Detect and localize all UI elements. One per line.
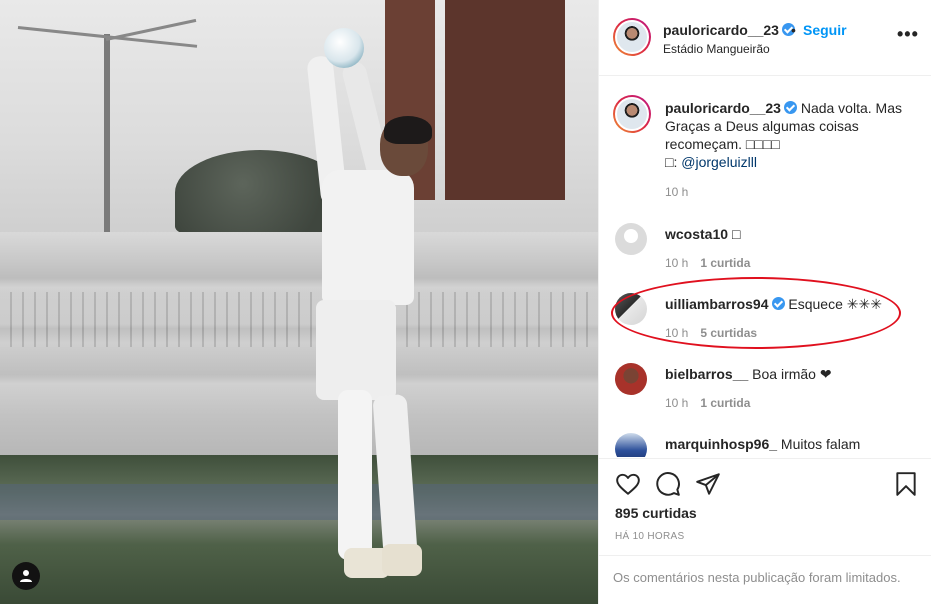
player-torso: [322, 170, 414, 305]
comment-body: Boa irmão ❤: [752, 366, 832, 382]
comment-meta: 10 h 1 curtida: [665, 396, 750, 410]
player-hair: [384, 116, 432, 144]
comment-username[interactable]: marquinhosp96_: [665, 436, 777, 452]
caption-emojis: □□□□: [745, 136, 780, 152]
tagged-users-button[interactable]: [12, 562, 40, 590]
posted-time[interactable]: HÁ 10 HORAS: [615, 531, 684, 542]
post-side-panel: pauloricardo__23 • Seguir Estádio Mangue…: [598, 0, 931, 604]
photo-pillar: [445, 0, 565, 200]
user-icon: [20, 570, 32, 582]
photo-light-pole: [104, 34, 110, 244]
photo-pitch: [0, 455, 598, 604]
caption-username[interactable]: pauloricardo__23: [665, 100, 781, 116]
comment-text: bielbarros__ Boa irmão ❤: [665, 365, 925, 383]
commenter-avatar[interactable]: [615, 363, 647, 395]
like-heart-icon[interactable]: [615, 471, 641, 497]
comment-text: uilliambarros94 Esquece ✳✳✳: [665, 295, 925, 313]
photo-track: [0, 484, 598, 520]
photo-stadium-stand: [0, 232, 598, 462]
comments-limited-notice: Os comentários nesta publicação foram li…: [599, 555, 931, 604]
comment-meta: 10 h 1 curtida: [665, 256, 750, 270]
post-actions: 895 curtidas HÁ 10 HORAS: [599, 458, 931, 558]
photo-goalkeeper: [300, 20, 450, 590]
caption-text: pauloricardo__23 Nada volta. Mas Graças …: [665, 99, 925, 171]
comment-username[interactable]: wcosta10: [665, 226, 728, 242]
post-location[interactable]: Estádio Mangueirão: [663, 42, 770, 56]
comment-bubble-icon[interactable]: [655, 471, 681, 497]
caption-credit-prefix: □:: [665, 154, 682, 170]
commenter-avatar[interactable]: [615, 433, 647, 457]
comment-time[interactable]: 10 h: [665, 396, 688, 410]
likes-count[interactable]: 895 curtidas: [615, 505, 697, 521]
comment-likes[interactable]: 1 curtida: [700, 256, 750, 270]
save-bookmark-icon[interactable]: [893, 471, 919, 497]
author-avatar[interactable]: [613, 18, 651, 56]
comment-likes[interactable]: 1 curtida: [700, 396, 750, 410]
caption-time[interactable]: 10 h: [665, 185, 688, 199]
player-shoe: [382, 544, 422, 576]
player-ball: [324, 28, 364, 68]
player-leg: [338, 390, 372, 560]
caption-mention-link[interactable]: @jorgeluizlll: [681, 154, 757, 170]
separator-dot: •: [791, 22, 796, 38]
commenter-avatar[interactable]: [615, 223, 647, 255]
comment-body: Muitos falam: [780, 436, 861, 452]
verified-icon: [771, 297, 785, 310]
comment-body: Esquece ✳✳✳: [788, 296, 882, 312]
more-options-icon[interactable]: •••: [897, 24, 919, 45]
caption-meta: 10 h: [665, 185, 688, 199]
author-username[interactable]: pauloricardo__23: [663, 22, 795, 38]
follow-button[interactable]: Seguir: [803, 22, 847, 38]
comment-time[interactable]: 10 h: [665, 256, 688, 270]
comment-likes[interactable]: 5 curtidas: [700, 326, 757, 340]
commenter-avatar[interactable]: [615, 293, 647, 325]
author-username-text[interactable]: pauloricardo__23: [663, 22, 779, 38]
comment-body: □: [731, 226, 741, 242]
photo-stand-grating: [0, 292, 598, 347]
post-photo[interactable]: [0, 0, 598, 604]
player-shorts: [316, 300, 396, 400]
comments-list[interactable]: pauloricardo__23 Nada volta. Mas Graças …: [599, 77, 931, 457]
comment-item: wcosta10 □ 10 h 1 curtida: [599, 223, 931, 270]
comment-text: wcosta10 □: [665, 225, 925, 243]
comment-time[interactable]: 10 h: [665, 326, 688, 340]
comment-meta: 10 h 5 curtidas: [665, 326, 757, 340]
share-send-icon[interactable]: [695, 471, 721, 497]
comment-username[interactable]: bielbarros__: [665, 366, 748, 382]
verified-icon: [783, 101, 797, 114]
player-leg: [372, 394, 418, 556]
author-avatar[interactable]: [613, 95, 651, 133]
post-header: pauloricardo__23 • Seguir Estádio Mangue…: [599, 0, 931, 76]
comment-username[interactable]: uilliambarros94: [665, 296, 769, 312]
comment-text: marquinhosp96_ Muitos falam: [665, 435, 925, 453]
